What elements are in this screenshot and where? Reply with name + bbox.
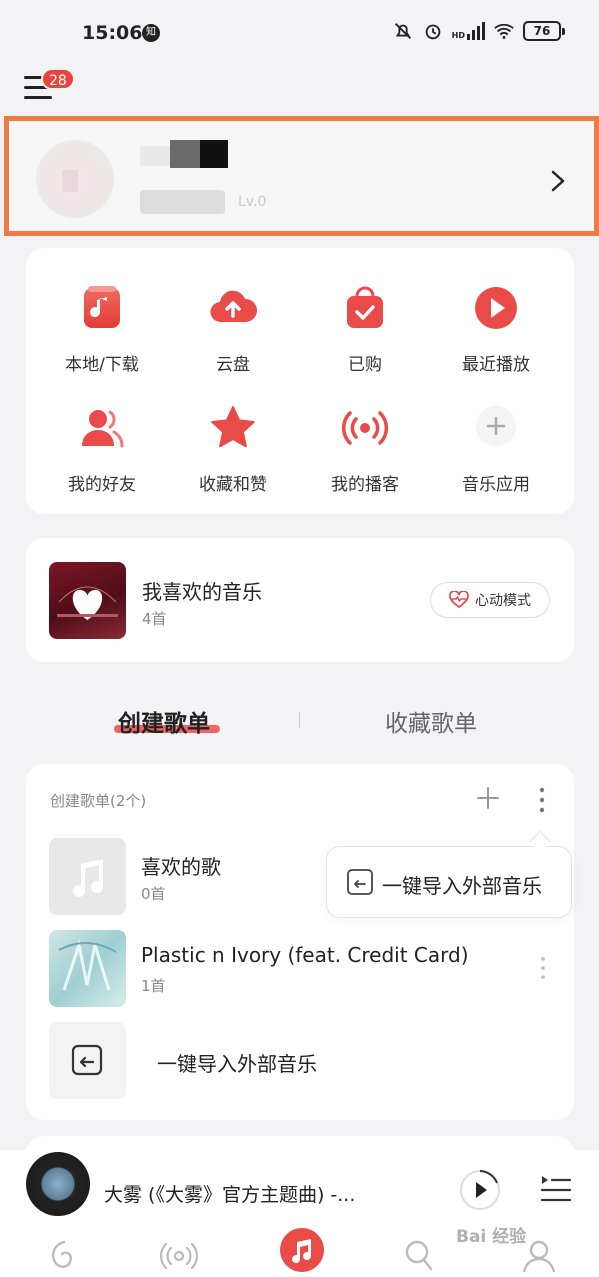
chevron-right-icon[interactable] xyxy=(548,168,568,194)
playlist-title[interactable]: 喜欢的歌 xyxy=(141,851,221,880)
shortcut-label: 云盘 xyxy=(216,355,250,375)
baidu-watermark: Bai 经验 xyxy=(456,1227,527,1247)
now-playing-disc[interactable] xyxy=(26,1152,90,1216)
shortcut-purchased[interactable]: 已购 xyxy=(300,282,430,375)
nav-search-icon[interactable] xyxy=(400,1236,438,1274)
battery-icon: 76 xyxy=(523,21,565,41)
username-blurred xyxy=(140,140,228,168)
shortcut-cloud[interactable]: 云盘 xyxy=(168,282,298,375)
shortcut-local-download[interactable]: 本地/下载 xyxy=(37,282,167,375)
wifi-icon xyxy=(494,23,514,39)
music-note-icon xyxy=(292,1239,312,1264)
liked-music-title: 我喜欢的音乐 xyxy=(142,580,262,604)
shortcut-label: 本地/下载 xyxy=(65,355,139,375)
nav-discover-icon[interactable] xyxy=(44,1236,82,1274)
play-button[interactable] xyxy=(458,1168,502,1212)
import-icon xyxy=(71,1044,103,1076)
status-icons: HD 76 xyxy=(392,20,565,42)
playlist-cover[interactable] xyxy=(49,930,126,1007)
star-icon xyxy=(211,406,255,448)
import-icon xyxy=(347,869,373,895)
heart-mode-button[interactable]: 心动模式 xyxy=(430,582,550,618)
level-blurred xyxy=(140,190,225,214)
local-download-icon xyxy=(84,286,120,328)
playlist-count: 1首 xyxy=(141,977,166,995)
shortcut-recent[interactable]: 最近播放 xyxy=(431,282,561,375)
playlists-header: 创建歌单(2个) xyxy=(50,792,147,810)
playlist-title[interactable]: Plastic n Ivory (feat. Credit Card) xyxy=(141,943,469,967)
album-art xyxy=(58,939,117,991)
network-type-label: HD xyxy=(451,31,465,40)
add-icon xyxy=(476,406,516,446)
purchased-bag-icon xyxy=(347,286,383,328)
menu-icon-bar xyxy=(24,96,52,99)
shortcut-label: 我的好友 xyxy=(68,475,136,495)
zhihu-notification-icon: 知 xyxy=(142,24,160,42)
add-playlist-icon[interactable] xyxy=(476,786,500,810)
liked-music-count: 4首 xyxy=(142,610,167,628)
shortcut-label: 已购 xyxy=(348,355,382,375)
heart-mode-label: 心动模式 xyxy=(475,593,531,609)
tab-created-playlists[interactable]: 创建歌单 xyxy=(118,704,210,738)
tab-divider xyxy=(299,712,300,728)
podcast-icon xyxy=(342,411,388,445)
shortcut-podcast[interactable]: 我的播客 xyxy=(300,402,430,495)
import-music-cover[interactable] xyxy=(49,1022,126,1099)
signal-hd-icon: HD xyxy=(452,22,485,40)
more-vertical-icon[interactable] xyxy=(537,786,547,814)
avatar-detail xyxy=(62,170,78,192)
shortcut-label: 最近播放 xyxy=(462,355,530,375)
notification-badge: 28 xyxy=(41,68,75,90)
heart-cover-art xyxy=(57,586,118,620)
status-time: 15:06 xyxy=(82,22,143,44)
shortcut-friends[interactable]: 我的好友 xyxy=(37,402,167,495)
shortcut-favorites[interactable]: 收藏和赞 xyxy=(168,402,298,495)
shortcut-label: 音乐应用 xyxy=(462,475,530,495)
friends-icon xyxy=(82,410,124,448)
import-music-label[interactable]: 一键导入外部音乐 xyxy=(157,1048,317,1077)
recent-play-icon xyxy=(475,287,517,329)
nav-podcast-icon[interactable] xyxy=(160,1236,198,1274)
shortcut-music-apps[interactable]: 音乐应用 xyxy=(431,402,561,495)
playlist-cover[interactable] xyxy=(49,838,126,915)
more-vertical-icon[interactable] xyxy=(539,955,547,981)
mute-bell-icon xyxy=(394,23,411,39)
alarm-icon xyxy=(425,24,440,40)
playlist-count: 0首 xyxy=(141,885,166,903)
playlist-queue-icon[interactable] xyxy=(540,1174,572,1204)
tab-collected-playlists[interactable]: 收藏歌单 xyxy=(385,704,477,738)
liked-music-cover[interactable] xyxy=(49,562,126,639)
now-playing-title[interactable]: 大雾 (《大雾》官方主题曲) -... xyxy=(104,1180,355,1207)
shortcut-label: 我的播客 xyxy=(331,475,399,495)
heart-pulse-icon xyxy=(449,591,469,609)
level-label: Lv.0 xyxy=(238,194,267,210)
cloud-upload-icon xyxy=(210,290,258,323)
shortcut-label: 收藏和赞 xyxy=(199,475,267,495)
music-note-icon xyxy=(73,859,104,898)
nav-my-music-button[interactable] xyxy=(280,1228,324,1272)
import-popup-label[interactable]: 一键导入外部音乐 xyxy=(382,870,542,899)
